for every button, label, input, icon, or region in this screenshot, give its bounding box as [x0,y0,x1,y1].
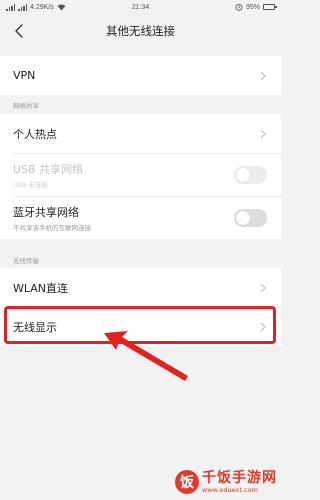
vpn-group: VPN [0,56,281,95]
watermark-text: 千饭手游网 www.eduext.com [202,471,277,494]
wlan-direct-label: WLAN直连 [13,281,69,295]
battery-icon [263,4,277,10]
usb-tethering-sublabel: USB 未连接 [13,180,48,189]
status-left: 4.29K/s [6,3,66,11]
hotspot-label: 个人热点 [13,127,57,141]
bluetooth-tethering-label: 蓝牙共享网络 [13,205,79,219]
chevron-left-icon [15,24,23,38]
alarm-icon [235,3,243,11]
wlan-direct-row[interactable]: WLAN直连 [0,268,281,307]
wifi-icon [57,3,66,10]
back-button[interactable] [10,22,28,40]
chevron-right-icon [260,283,266,292]
header: 其他无线连接 [0,14,281,48]
status-bar: 4.29K/s 21:34 95% [0,0,281,14]
bluetooth-tethering-row[interactable]: 蓝牙共享网络 不共享该手机的互联网连接 [0,196,281,239]
highlight-box [4,306,276,344]
bluetooth-tethering-text: 蓝牙共享网络 不共享该手机的互联网连接 [13,204,91,232]
usb-tethering-row: USB 共享网络 USB 未连接 [0,153,281,196]
signal-icon [6,3,15,11]
watermark-url: www.eduext.com [202,485,258,494]
watermark-logo: 饭 [175,470,199,494]
vpn-row[interactable]: VPN [0,56,281,95]
toggle-knob [236,167,250,182]
battery-percent: 95% [245,3,260,11]
bluetooth-tethering-sublabel: 不共享该手机的互联网连接 [13,223,91,232]
section-label-wireless-transfer: 无线传输 [13,257,39,265]
toggle-knob [236,210,250,225]
chevron-right-icon [260,71,266,80]
usb-tethering-toggle [234,165,267,184]
status-right: 95% [235,3,277,11]
usb-tethering-label: USB 共享网络 [13,162,84,176]
network-speed: 4.29K/s [30,3,54,11]
watermark: 饭 千饭手游网 www.eduext.com [175,470,277,494]
watermark-name: 千饭手游网 [202,469,277,486]
signal-icon-2 [18,3,27,11]
vpn-label: VPN [13,69,36,82]
status-time: 21:34 [131,3,150,11]
bluetooth-tethering-toggle[interactable] [234,208,267,227]
sharing-group: 个人热点 USB 共享网络 USB 未连接 蓝牙共享网络 不共享该手机的互联网连… [0,114,281,239]
chevron-right-icon [260,129,266,138]
hotspot-row[interactable]: 个人热点 [0,114,281,153]
section-label-network-sharing: 网络共享 [13,102,39,110]
usb-tethering-text: USB 共享网络 USB 未连接 [13,161,83,189]
page-title: 其他无线连接 [106,24,175,38]
